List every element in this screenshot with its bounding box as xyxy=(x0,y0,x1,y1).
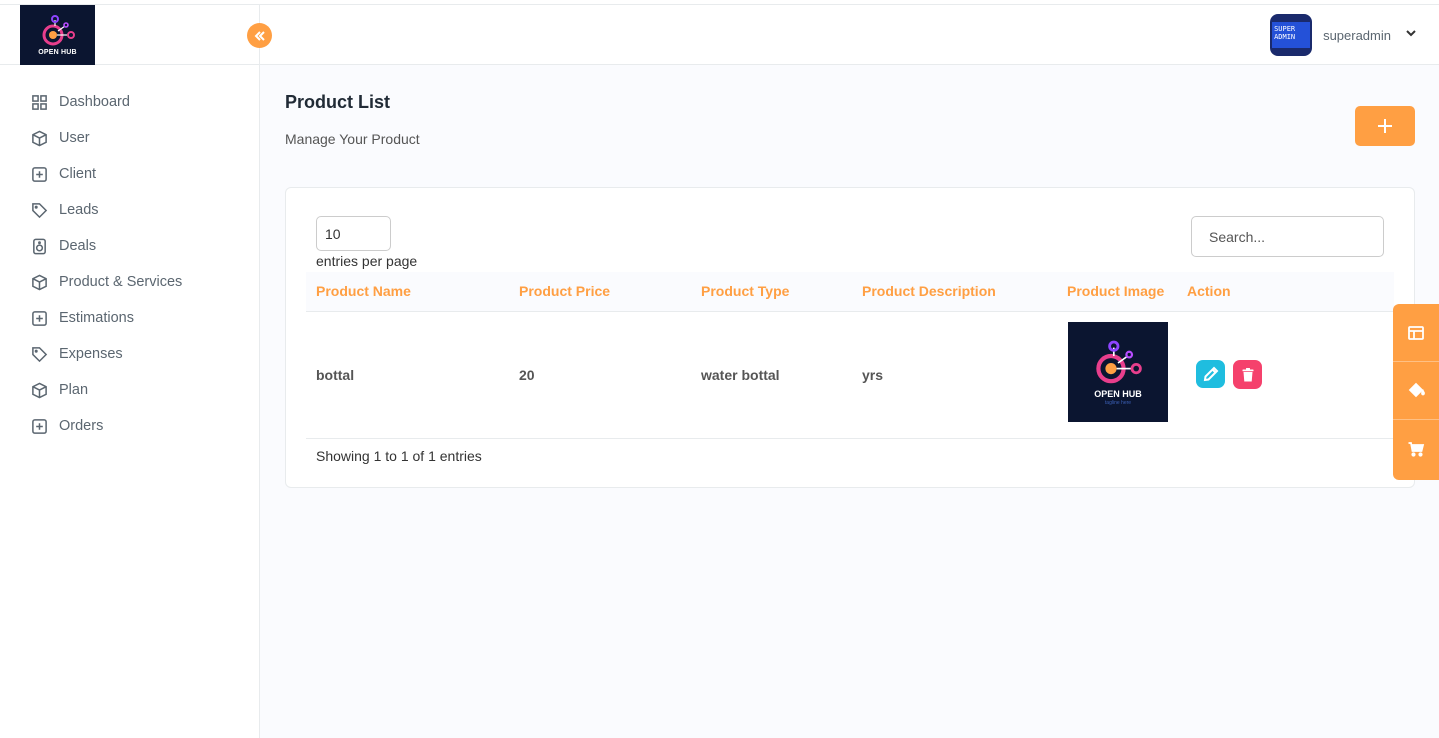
cell-product-description: yrs xyxy=(862,367,884,383)
edit-button[interactable] xyxy=(1196,360,1225,388)
grid-icon xyxy=(30,93,48,111)
table-info: Showing 1 to 1 of 1 entries xyxy=(316,448,482,464)
plus-icon xyxy=(1378,119,1392,133)
sidebar-item-label: Expenses xyxy=(59,346,123,362)
sidebar-item-product-services[interactable]: Product & Services xyxy=(0,264,259,300)
plus-square-icon xyxy=(30,165,48,183)
sidebar-item-label: User xyxy=(59,130,90,146)
sidebar-item-deals[interactable]: Deals xyxy=(0,228,259,264)
column-header-product-description[interactable]: Product Description xyxy=(862,283,996,299)
top-header: SUPER ADMIN superadmin xyxy=(260,5,1439,65)
cell-product-type: water bottal xyxy=(701,367,780,383)
logo-area: OPEN HUB xyxy=(0,5,259,65)
sidebar-item-label: Dashboard xyxy=(59,94,130,110)
sidebar-item-label: Plan xyxy=(59,382,89,398)
tag-icon xyxy=(30,345,48,363)
cell-product-price: 20 xyxy=(519,367,535,383)
entries-per-page-select[interactable]: 10 xyxy=(316,216,391,251)
sidebar-item-user[interactable]: User xyxy=(0,120,259,156)
layout-icon xyxy=(1408,325,1424,340)
sidebar-item-label: Orders xyxy=(59,418,104,434)
box-icon xyxy=(30,381,48,399)
chevron-down-icon[interactable] xyxy=(1405,26,1417,44)
entries-per-page-label: entries per page xyxy=(316,253,418,269)
sidebar-item-leads[interactable]: Leads xyxy=(0,192,259,228)
cell-product-name: bottal xyxy=(316,367,355,383)
trash-icon xyxy=(1242,367,1253,381)
sidebar-item-orders[interactable]: Orders xyxy=(0,408,259,444)
sidebar-item-dashboard[interactable]: Dashboard xyxy=(0,84,259,120)
column-header-product-name[interactable]: Product Name xyxy=(316,283,411,299)
product-image-text: OPEN HUB xyxy=(1094,388,1142,399)
box-icon xyxy=(30,129,48,147)
layout-button[interactable] xyxy=(1393,304,1439,362)
add-product-button[interactable] xyxy=(1355,106,1415,146)
column-header-action: Action xyxy=(1187,283,1231,299)
column-header-product-type[interactable]: Product Type xyxy=(701,283,789,299)
logo-mark-icon xyxy=(1096,340,1142,383)
sidebar-item-expenses[interactable]: Expenses xyxy=(0,336,259,372)
sidebar-item-label: Estimations xyxy=(59,310,134,326)
user-menu[interactable]: SUPER ADMIN superadmin xyxy=(1270,14,1417,56)
plus-square-icon xyxy=(30,309,48,327)
floating-settings-panel xyxy=(1393,304,1439,480)
search-input[interactable]: Search... xyxy=(1191,216,1384,257)
logo-text: OPEN HUB xyxy=(38,49,77,56)
cart-icon xyxy=(1408,442,1425,457)
cart-button[interactable] xyxy=(1393,420,1439,478)
column-header-product-image[interactable]: Product Image xyxy=(1067,283,1164,299)
sidebar-menu: Dashboard User Client Leads Deals Produc… xyxy=(0,65,259,444)
brand-logo[interactable]: OPEN HUB xyxy=(20,5,95,65)
sidebar-item-label: Product & Services xyxy=(59,274,183,290)
table-header: Product Name Product Price Product Type … xyxy=(306,272,1394,312)
sidebar: OPEN HUB Dashboard User Client Leads Dea… xyxy=(0,5,272,738)
product-image-tagline: tagline here xyxy=(1104,399,1132,406)
avatar[interactable]: SUPER ADMIN xyxy=(1270,14,1313,56)
pencil-icon xyxy=(1203,366,1218,382)
tag-icon xyxy=(30,201,48,219)
box-icon xyxy=(30,273,48,291)
sidebar-item-estimations[interactable]: Estimations xyxy=(0,300,259,336)
page-title: Product List xyxy=(285,92,391,112)
sidebar-item-label: Deals xyxy=(59,238,97,254)
delete-button[interactable] xyxy=(1233,360,1262,389)
sidebar-item-client[interactable]: Client xyxy=(0,156,259,192)
user-name[interactable]: superadmin xyxy=(1323,28,1391,43)
sidebar-item-plan[interactable]: Plan xyxy=(0,372,259,408)
column-header-product-price[interactable]: Product Price xyxy=(519,283,610,299)
paint-bucket-icon xyxy=(1408,382,1425,397)
page-subtitle: Manage Your Product xyxy=(285,131,420,147)
table-row: bottal 20 water bottal yrs OPEN HUB tagl… xyxy=(306,312,1394,439)
sidebar-item-label: Client xyxy=(59,166,97,182)
avatar-text: SUPER ADMIN xyxy=(1272,22,1311,48)
logo-mark-icon xyxy=(42,15,75,46)
theme-button[interactable] xyxy=(1393,362,1439,420)
speaker-icon xyxy=(30,237,48,255)
product-image: OPEN HUB tagline here xyxy=(1068,322,1168,422)
sidebar-collapse-button[interactable] xyxy=(247,23,272,48)
product-table-card: 10 entries per page Search... Product Na… xyxy=(285,187,1415,488)
plus-square-icon xyxy=(30,417,48,435)
sidebar-item-label: Leads xyxy=(59,202,99,218)
double-chevron-left-icon xyxy=(254,30,265,41)
